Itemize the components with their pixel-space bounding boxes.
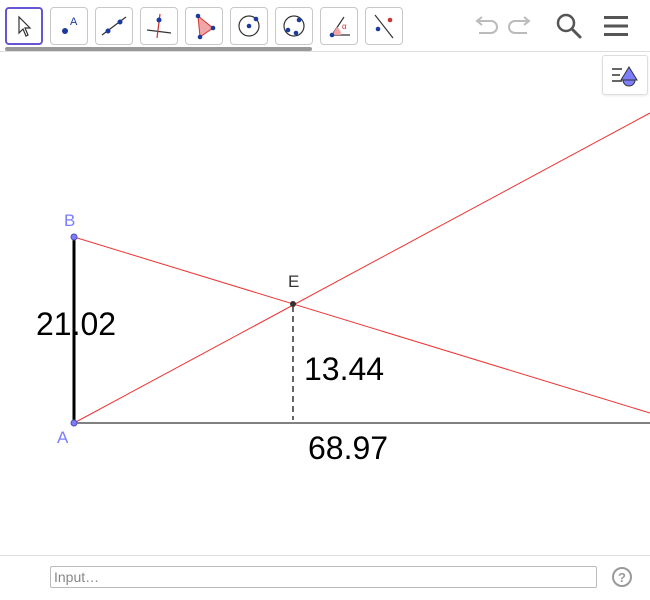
- reflect-about-line-icon: [374, 14, 394, 39]
- circle-three-points-tool-button[interactable]: [275, 7, 313, 45]
- main-menu-button[interactable]: [600, 10, 632, 42]
- perpendicular-line-icon: [146, 13, 172, 39]
- style-bar-toggle-button[interactable]: [602, 55, 648, 95]
- search-button[interactable]: [553, 10, 585, 42]
- base-length-label: 68.97: [308, 430, 388, 466]
- help-button[interactable]: ?: [612, 567, 632, 587]
- point-e-label: E: [288, 272, 299, 291]
- line-through-points-icon: [101, 16, 127, 36]
- redo-icon: [508, 16, 531, 34]
- ab-length-label: 21.02: [36, 306, 116, 342]
- reflect-tool-button[interactable]: [365, 7, 403, 45]
- graphics-view[interactable]: B A E 21.02 13.44 68.97: [0, 52, 650, 555]
- move-tool-button[interactable]: [5, 7, 43, 45]
- point-a-label: A: [57, 428, 69, 447]
- point-icon: A: [62, 16, 78, 34]
- algebra-input[interactable]: [50, 566, 597, 588]
- circle-three-points-icon: [283, 15, 305, 37]
- angle-icon: α: [329, 16, 350, 38]
- perpendicular-line-tool-button[interactable]: [140, 7, 178, 45]
- point-a[interactable]: [70, 419, 78, 427]
- point-e[interactable]: [290, 301, 296, 307]
- input-bar: ?: [0, 555, 650, 600]
- arrow-cursor-icon: [18, 15, 32, 37]
- toolbar: A α: [0, 0, 650, 52]
- style-bar-toggle-icon: [612, 66, 638, 87]
- help-icon: ?: [618, 569, 626, 585]
- line-tool-button[interactable]: [95, 7, 133, 45]
- e-height-label: 13.44: [304, 351, 384, 387]
- point-tool-label: A: [70, 16, 78, 28]
- undo-icon: [475, 16, 498, 34]
- point-tool-button[interactable]: A: [50, 7, 88, 45]
- hamburger-menu-icon: [604, 16, 628, 36]
- polygon-icon: [195, 13, 216, 40]
- circle-center-point-tool-button[interactable]: [230, 7, 268, 45]
- undo-button[interactable]: [469, 10, 501, 42]
- point-b-label: B: [64, 211, 75, 230]
- redo-button[interactable]: [505, 10, 537, 42]
- search-icon: [556, 13, 582, 39]
- angle-tool-button[interactable]: α: [320, 7, 358, 45]
- circle-center-point-icon: [238, 15, 260, 37]
- point-b[interactable]: [70, 233, 78, 241]
- polygon-tool-button[interactable]: [185, 7, 223, 45]
- angle-tool-label: α: [342, 22, 347, 31]
